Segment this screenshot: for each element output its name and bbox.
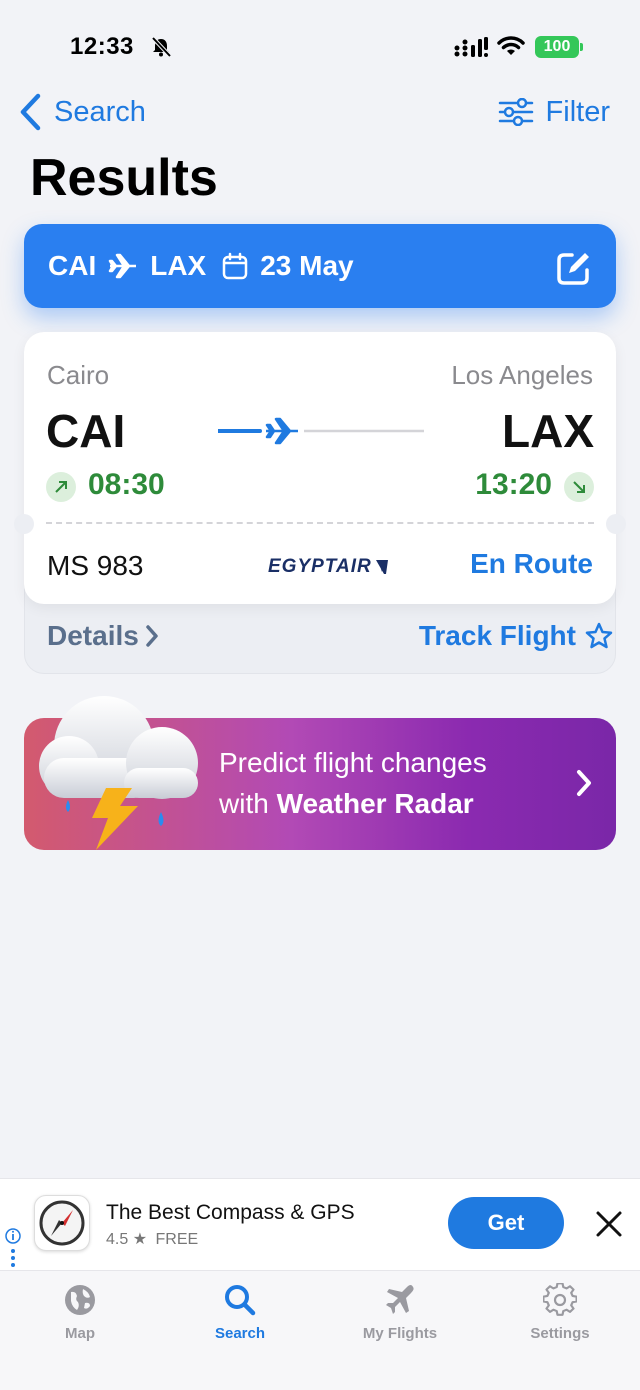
tab-settings-label: Settings [530,1325,590,1342]
arrival-time: 13:20 [475,468,552,501]
tab-map[interactable]: Map [20,1283,140,1342]
back-label: Search [54,95,146,128]
back-button[interactable]: Search [18,92,146,132]
page-title: Results [30,149,218,207]
airline-name: EGYPTAIR [268,556,372,577]
arrival-city: Los Angeles [451,360,593,390]
chevron-right-icon [146,625,158,647]
battery-indicator: 100 [535,36,579,58]
flight-status: En Route [470,548,593,579]
battery-nub [580,43,583,51]
tab-map-label: Map [65,1325,95,1342]
flight-card[interactable]: Cairo Los Angeles CAI LAX 08:30 13:20 MS… [14,332,626,604]
chevron-left-icon [20,93,41,131]
ticket-divider [46,522,594,524]
horus-wing-icon [375,560,388,574]
tab-settings[interactable]: Settings [500,1283,620,1342]
departure-city: Cairo [47,360,110,390]
ad-get-button[interactable]: Get [448,1197,564,1249]
info-icon[interactable] [4,1227,22,1267]
details-label: Details [47,620,139,651]
tab-my-flights[interactable]: My Flights [340,1283,460,1342]
compass-app-icon [34,1195,90,1251]
route-from-code: CAI [48,250,97,281]
airline-logo: EGYPTAIR [268,556,390,578]
filter-button[interactable]: Filter [498,92,610,132]
weather-radar-promo[interactable]: Predict flight changes with Weather Rada… [24,696,616,850]
departure-code: CAI [46,405,126,457]
close-icon[interactable] [594,1209,624,1239]
gear-icon [543,1283,577,1316]
track-flight-button[interactable]: Track Flight [419,620,614,652]
filter-label: Filter [545,95,610,128]
status-time: 12:33 [70,33,134,60]
details-link[interactable]: Details [47,620,161,652]
calendar-icon [222,252,248,280]
ad-title: The Best Compass & GPS [106,1201,355,1224]
arrival-code: LAX [502,405,594,457]
tab-search-label: Search [214,1325,266,1342]
star-icon [585,622,613,649]
promo-line-1: Predict flight changes [219,747,487,778]
airplane-icon [386,1285,414,1314]
status-bar: 12:33 100 [0,0,640,90]
ad-subtitle: 4.5 ★ FREE [106,1229,198,1249]
airplane-icon [108,253,138,279]
signal-icon [454,37,488,57]
takeoff-arrow-icon [46,472,76,502]
bell-muted-icon [151,36,172,58]
promo-line-2-bold: Weather Radar [276,788,474,819]
chevron-right-icon [577,770,591,796]
storm-cloud-icon [39,696,198,850]
wifi-icon [497,36,525,55]
flight-progress-icon [218,417,424,445]
landing-arrow-icon [564,472,594,502]
track-flight-label: Track Flight [418,620,576,651]
flight-number: MS 983 [47,550,144,581]
ad-banner[interactable]: The Best Compass & GPS 4.5 ★ FREE Get [0,1178,640,1270]
route-summary-bar[interactable]: CAI LAX 23 May [24,224,616,308]
globe-icon [65,1285,95,1315]
route-date: 23 May [260,250,354,281]
promo-line-2: with Weather Radar [219,783,487,824]
ad-price: FREE [155,1231,199,1248]
ad-rating: 4.5 [106,1231,129,1248]
route-to-code: LAX [150,250,207,281]
rating-star-icon: ★ [132,1231,152,1248]
tab-search[interactable]: Search [180,1283,300,1342]
ticket-notch-right [606,514,626,534]
tab-my-flights-label: My Flights [362,1325,438,1342]
tab-bar: Map Search My Flights Settings [0,1270,640,1390]
promo-text: Predict flight changes with Weather Rada… [219,742,487,824]
sliders-icon [498,98,533,126]
departure-time: 08:30 [88,468,165,501]
ticket-notch-left [14,514,34,534]
edit-icon[interactable] [556,250,592,286]
search-icon [225,1285,256,1316]
promo-line-2-prefix: with [219,788,277,819]
